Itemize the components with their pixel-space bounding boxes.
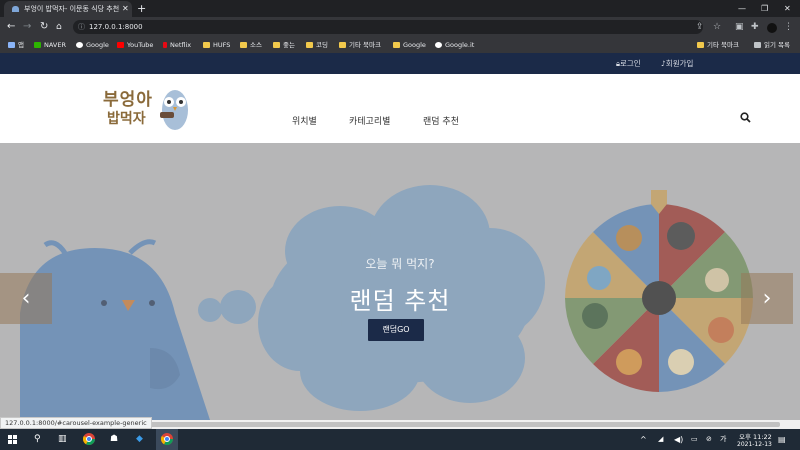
bookmarks-bar: 앱 NAVER Google YouTube Netflix HUFS 소스 좋… xyxy=(0,37,800,53)
language-icon[interactable]: 가 xyxy=(720,429,726,450)
search-icon[interactable]: ⚲ xyxy=(34,429,41,450)
netflix-icon xyxy=(163,42,167,48)
puzzle-icon[interactable]: ✚ xyxy=(751,17,759,37)
chrome-icon xyxy=(161,433,173,445)
share-icon[interactable]: ⇪ xyxy=(696,17,704,37)
notification-icon[interactable]: ▤ xyxy=(778,429,786,450)
profile-avatar[interactable] xyxy=(767,23,777,33)
other-bookmarks[interactable]: 기타 북마크 xyxy=(697,37,739,53)
chevron-up-icon[interactable]: ^ xyxy=(640,429,647,450)
signup-link[interactable]: ♪회원가입 xyxy=(661,58,693,69)
site-logo-subtitle: 밥먹자 xyxy=(107,111,146,127)
bookmark-netflix[interactable]: Netflix xyxy=(163,37,191,53)
site-logo[interactable]: 부엉아 xyxy=(103,85,153,110)
bookmark-folder-likes[interactable]: 좋는 xyxy=(273,37,295,53)
bookmark-youtube[interactable]: YouTube xyxy=(117,37,153,53)
browser-toolbar: ← → ↻ ⌂ ⓘ 127.0.0.1:8000 ⇪ ☆ ▣ ✚ ⋮ xyxy=(0,17,800,37)
reading-list-icon xyxy=(754,42,761,48)
login-link[interactable]: 🔒︎로그인 xyxy=(616,58,641,69)
youtube-icon xyxy=(117,42,124,48)
network-icon[interactable]: ◢ xyxy=(658,429,663,450)
bookmark-folder-coding[interactable]: 코딩 xyxy=(306,37,328,53)
folder-icon xyxy=(273,42,280,48)
bookmark-google[interactable]: Google xyxy=(76,37,109,53)
bookmark-apps[interactable]: 앱 xyxy=(8,37,24,53)
carousel-next-button[interactable]: › xyxy=(741,273,793,324)
extension-icon[interactable]: ▣ xyxy=(735,17,744,37)
vscode-taskbar-icon[interactable]: ◆ xyxy=(136,429,143,450)
site-info-icon[interactable]: ⓘ xyxy=(78,20,85,34)
bookmark-folder-google[interactable]: Google xyxy=(393,37,426,53)
bookmark-star-icon[interactable]: ☆ xyxy=(713,17,721,37)
security-icon[interactable]: ⊘ xyxy=(706,429,712,450)
google-icon xyxy=(435,42,442,48)
bookmark-folder-etc[interactable]: 기타 북마크 xyxy=(339,37,381,53)
task-view-icon[interactable]: ▥ xyxy=(58,429,67,450)
new-tab-button[interactable]: + xyxy=(137,0,146,17)
folder-icon xyxy=(339,42,346,48)
bookmark-google-it[interactable]: Google.it xyxy=(435,37,474,53)
window-minimize-button[interactable]: — xyxy=(738,0,746,17)
owl-logo-icon xyxy=(160,90,188,130)
google-icon xyxy=(76,42,83,48)
carousel-prev-button[interactable]: ‹ xyxy=(0,273,52,324)
home-icon[interactable]: ⌂ xyxy=(56,17,62,37)
favicon-icon xyxy=(12,6,19,12)
random-go-button[interactable]: 랜덤GO xyxy=(368,319,424,341)
browser-tab-active[interactable]: 부엉이 밥먹자- 이문동 식당 추천 ✕ xyxy=(4,1,132,17)
bookmark-folder-hufs[interactable]: HUFS xyxy=(203,37,230,53)
back-icon[interactable]: ← xyxy=(7,17,15,37)
input-method-icon[interactable]: ▭ xyxy=(691,429,698,450)
hero-subtitle: 오늘 뭐 먹지? xyxy=(365,257,435,271)
folder-icon xyxy=(306,42,313,48)
address-text: 127.0.0.1:8000 xyxy=(89,23,143,31)
volume-icon[interactable]: ◀) xyxy=(674,429,683,450)
reload-icon[interactable]: ↻ xyxy=(40,17,48,37)
address-bar[interactable]: ⓘ 127.0.0.1:8000 xyxy=(73,20,703,34)
clock-date[interactable]: 2021-12-13 xyxy=(737,441,772,448)
nav-by-location[interactable]: 위치별 xyxy=(292,114,317,127)
tab-title: 부엉이 밥먹자- 이문동 식당 추천 xyxy=(24,5,120,13)
bookmark-naver[interactable]: NAVER xyxy=(34,37,66,53)
windows-start-icon[interactable] xyxy=(8,435,17,444)
chrome-taskbar-icon[interactable] xyxy=(83,433,95,445)
menu-icon[interactable]: ⋮ xyxy=(784,17,793,37)
bookmark-folder-source[interactable]: 소스 xyxy=(240,37,262,53)
hero-title: 랜덤 추천 xyxy=(349,287,451,315)
hero-carousel: 오늘 뭐 먹지? 랜덤 추천 랜덤GO ‹ › xyxy=(0,143,800,420)
site-top-bar: 🔒︎로그인 ♪회원가입 xyxy=(0,53,800,74)
folder-icon xyxy=(240,42,247,48)
chrome-active-taskbar-item[interactable] xyxy=(156,429,178,450)
reading-list[interactable]: 읽기 목록 xyxy=(754,37,790,53)
folder-icon xyxy=(393,42,400,48)
nav-random[interactable]: 랜덤 추천 xyxy=(423,114,459,127)
clock-time[interactable]: 오후 11:22 xyxy=(739,431,772,441)
tab-close-icon[interactable]: ✕ xyxy=(122,1,129,17)
app-taskbar-icon[interactable]: ☗ xyxy=(110,429,118,450)
window-maximize-button[interactable]: ❐ xyxy=(761,0,768,17)
folder-icon xyxy=(203,42,210,48)
browser-tab-strip: 부엉이 밥먹자- 이문동 식당 추천 ✕ + — ❐ ✕ xyxy=(0,0,800,17)
search-icon[interactable] xyxy=(740,112,751,123)
forward-icon[interactable]: → xyxy=(23,17,31,37)
apps-grid-icon xyxy=(8,42,15,48)
naver-icon xyxy=(34,42,41,48)
window-close-button[interactable]: ✕ xyxy=(784,0,791,17)
nav-by-category[interactable]: 카테고리별 xyxy=(349,114,390,127)
status-url: 127.0.0.1:8000/#carousel-example-generic xyxy=(0,417,152,429)
folder-icon xyxy=(697,42,704,48)
